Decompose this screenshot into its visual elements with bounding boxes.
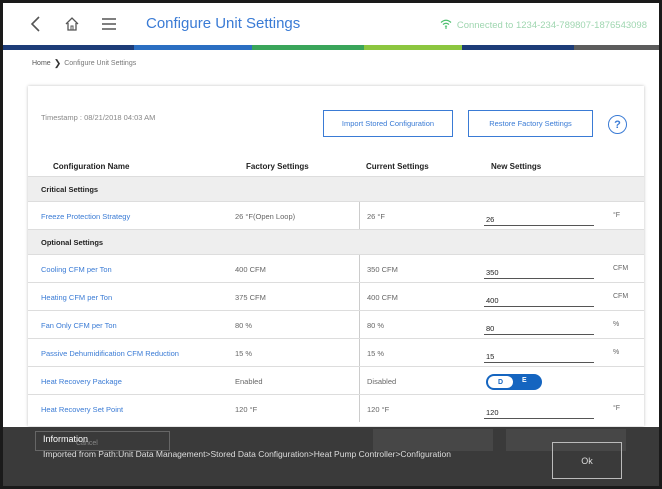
factory-value: 26 °F(Open Loop) [235, 212, 296, 221]
header-bar: Configure Unit Settings Connected to 123… [3, 3, 659, 47]
factory-value: 400 CFM [235, 265, 266, 274]
column-divider [359, 311, 360, 338]
breadcrumb: Home ❯ Configure Unit Settings [32, 58, 136, 69]
information-bar: Cancel Information Imported from Path:Un… [3, 427, 659, 486]
unit-label: CFM [613, 293, 629, 300]
hamburger-menu-icon [102, 18, 116, 30]
current-value: 15 % [367, 349, 385, 358]
setting-name[interactable]: Fan Only CFM per Ton [41, 321, 117, 330]
setting-name[interactable]: Passive Dehumidification CFM Reduction [41, 349, 179, 358]
info-message: Imported from Path:Unit Data Management>… [43, 449, 451, 459]
table-header: Configuration Name Factory Settings Curr… [28, 156, 644, 178]
page-title: Configure Unit Settings [146, 15, 301, 32]
col-header-factory: Factory Settings [246, 162, 309, 171]
connection-text: Connected to 1234-234-789807-1876543098 [456, 20, 647, 31]
setting-name[interactable]: Heating CFM per Ton [41, 293, 112, 302]
section-title: Optional Settings [41, 238, 104, 247]
column-divider [359, 339, 360, 366]
breadcrumb-home[interactable]: Home [32, 60, 51, 67]
timestamp: Timestamp : 08/21/2018 04:03 AM [41, 113, 156, 122]
new-value-input[interactable] [484, 350, 594, 363]
new-value-input[interactable] [484, 294, 594, 307]
back-button[interactable] [25, 13, 47, 35]
factory-value: 120 °F [235, 405, 258, 414]
col-header-current: Current Settings [366, 162, 429, 171]
unit-label: CFM [613, 265, 629, 272]
home-button[interactable] [61, 13, 83, 35]
factory-value: Enabled [235, 377, 263, 386]
chevron-left-icon [30, 16, 40, 32]
column-divider [359, 367, 360, 394]
col-header-new: New Settings [491, 162, 542, 171]
restore-factory-button[interactable]: Restore Factory Settings [468, 110, 593, 137]
section-optional: Optional Settings [28, 229, 644, 254]
unit-label: °F [613, 405, 621, 412]
current-value: Disabled [367, 377, 397, 386]
setting-name[interactable]: Freeze Protection Strategy [41, 212, 130, 221]
setting-name[interactable]: Heat Recovery Set Point [41, 405, 123, 414]
new-value-input[interactable] [484, 266, 594, 279]
new-value-input[interactable] [484, 406, 594, 419]
wifi-icon [440, 19, 452, 32]
section-title: Critical Settings [41, 185, 99, 194]
factory-value: 15 % [235, 349, 253, 358]
info-title: Information [43, 434, 89, 444]
column-divider [359, 255, 360, 282]
current-value: 350 CFM [367, 265, 398, 274]
menu-button[interactable] [98, 13, 120, 35]
current-value: 400 CFM [367, 293, 398, 302]
brand-stripe [3, 45, 659, 50]
current-value: 120 °F [367, 405, 390, 414]
current-value: 26 °F [367, 212, 386, 221]
table-row: Heating CFM per Ton 375 CFM 400 CFM CFM [28, 282, 644, 310]
section-critical: Critical Settings [28, 176, 644, 201]
factory-value: 375 CFM [235, 293, 266, 302]
setting-name[interactable]: Cooling CFM per Ton [41, 265, 112, 274]
connection-status: Connected to 1234-234-789807-1876543098 [440, 19, 647, 32]
chevron-right-icon: ❯ [53, 58, 62, 68]
home-icon [65, 17, 79, 31]
app-window: Configure Unit Settings Connected to 123… [0, 0, 662, 489]
current-value: 80 % [367, 321, 385, 330]
obscured-action-button [373, 429, 493, 451]
heat-recovery-toggle[interactable]: D E [486, 374, 542, 390]
table-row: Passive Dehumidification CFM Reduction 1… [28, 338, 644, 366]
table-row: Fan Only CFM per Ton 80 % 80 % % [28, 310, 644, 338]
column-divider [359, 395, 360, 422]
factory-value: 80 % [235, 321, 253, 330]
unit-label: % [613, 321, 620, 328]
toggle-off-label: D [488, 376, 513, 388]
settings-panel: Timestamp : 08/21/2018 04:03 AM Import S… [28, 86, 644, 426]
toggle-on-label: E [522, 377, 527, 384]
table-row: Freeze Protection Strategy 26 °F(Open Lo… [28, 201, 644, 229]
table-row: Cooling CFM per Ton 400 CFM 350 CFM CFM [28, 254, 644, 282]
col-header-name: Configuration Name [53, 162, 130, 171]
new-value-input[interactable] [484, 322, 594, 335]
setting-name[interactable]: Heat Recovery Package [41, 377, 122, 386]
breadcrumb-current: Configure Unit Settings [64, 60, 137, 67]
table-row: Heat Recovery Package Enabled Disabled D… [28, 366, 644, 394]
import-config-button[interactable]: Import Stored Configuration [323, 110, 453, 137]
settings-table: Critical Settings Freeze Protection Stra… [28, 176, 644, 422]
help-icon[interactable]: ? [608, 115, 627, 134]
column-divider [359, 202, 360, 229]
unit-label: % [613, 349, 620, 356]
table-row: Heat Recovery Set Point 120 °F 120 °F °F [28, 394, 644, 422]
column-divider [359, 283, 360, 310]
ok-button[interactable]: Ok [552, 442, 622, 479]
unit-label: °F [613, 212, 621, 219]
new-value-input[interactable] [484, 213, 594, 226]
